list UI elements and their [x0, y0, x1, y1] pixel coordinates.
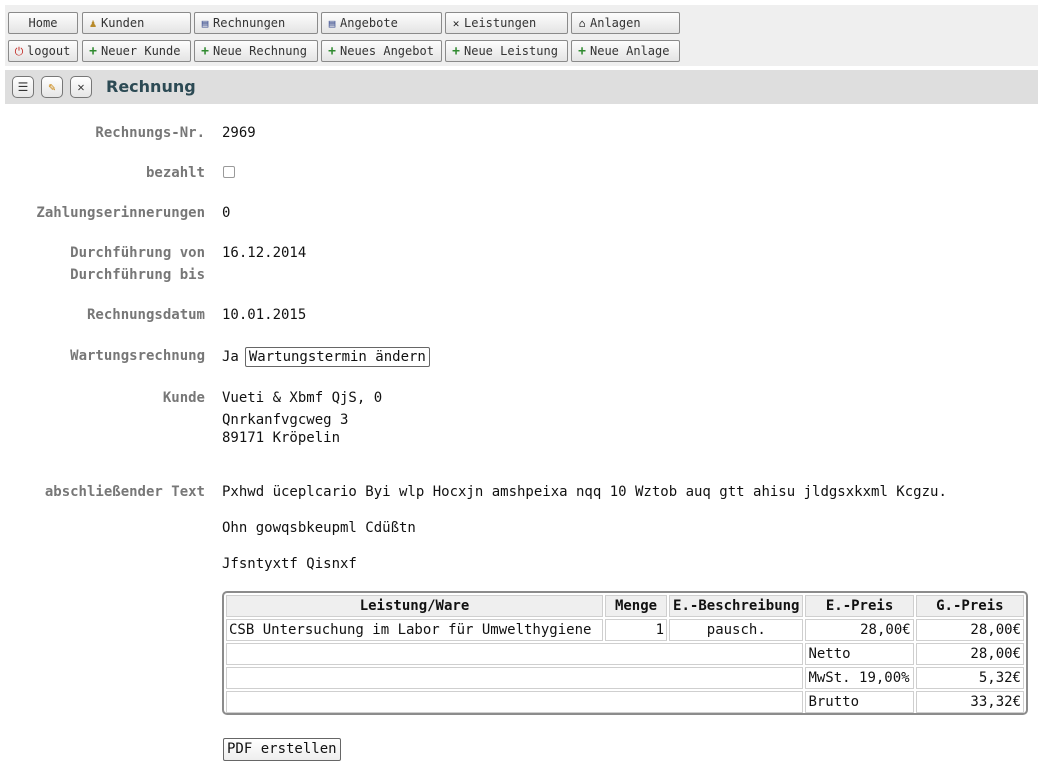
nav-angebote-label: Angebote	[340, 16, 398, 30]
customer-city: 89171 Kröpelin	[222, 430, 341, 446]
execution-from-value: 16.12.2014	[222, 245, 307, 261]
invoice-number-value: 2969	[222, 125, 256, 141]
tools-icon: ✕	[452, 17, 460, 30]
closing-text-line-2: Ohn gowqsbkeupml Cdüßtn	[222, 520, 416, 536]
new-customer-button[interactable]: + Neuer Kunde	[82, 40, 191, 62]
net-value: 28,00€	[915, 643, 1024, 665]
page-title: Rechnung	[106, 77, 196, 96]
gross-label: Brutto	[805, 691, 914, 713]
close-icon: ✕	[77, 80, 85, 94]
paid-label: bezahlt	[145, 165, 205, 181]
reminders-label: Zahlungserinnerungen	[36, 205, 205, 221]
net-row-spacer	[226, 643, 804, 665]
column-header-unit-description: E.-Beschreibung	[669, 595, 804, 617]
gross-value: 33,32€	[915, 691, 1024, 713]
nav-home-label: Home	[28, 16, 58, 30]
person-icon: ♟	[89, 17, 97, 30]
document-icon: ▤	[201, 17, 209, 30]
title-bar: ☰ ✎ ✕ Rechnung	[5, 70, 1038, 104]
nav-kunden-label: Kunden	[101, 16, 145, 30]
new-service-label: Neue Leistung	[464, 44, 558, 58]
list-icon: ☰	[17, 80, 29, 94]
invoice-date-value: 10.01.2015	[222, 307, 307, 323]
create-pdf-button[interactable]: PDF erstellen	[223, 738, 341, 761]
column-header-quantity: Menge	[604, 595, 668, 617]
cell-service: CSB Untersuchung im Labor für Umwelthygi…	[226, 619, 603, 641]
net-row: Netto 28,00€	[226, 643, 1024, 665]
vat-value: 5,32€	[915, 667, 1024, 689]
net-label: Netto	[805, 643, 914, 665]
new-offer-button[interactable]: + Neues Angebot	[321, 40, 442, 62]
closing-text-line-3: Jfsntyxtf Qisnxf	[222, 556, 357, 572]
vat-row-spacer	[226, 667, 804, 689]
invoice-number-label: Rechnungs-Nr.	[95, 125, 205, 141]
table-row: CSB Untersuchung im Labor für Umwelthygi…	[226, 619, 1024, 641]
new-customer-label: Neuer Kunde	[101, 44, 181, 58]
maintenance-invoice-field: Ja Wartungstermin ändern	[222, 347, 430, 367]
nav-leistungen-button[interactable]: ✕ Leistungen	[445, 12, 568, 34]
change-maintenance-date-button[interactable]: Wartungstermin ändern	[244, 347, 430, 367]
customer-street: Qnrkanfvgcweg 3	[222, 412, 349, 428]
invoice-items-table: Leistung/Ware Menge E.-Beschreibung E.-P…	[222, 591, 1028, 715]
closing-text-line-1: Pxhwd üceplcario Byi wlp Hocxjn amshpeix…	[222, 484, 947, 500]
plus-icon: +	[201, 44, 209, 59]
paid-checkbox[interactable]	[223, 166, 235, 178]
items-table: Leistung/Ware Menge E.-Beschreibung E.-P…	[224, 593, 1026, 713]
list-button[interactable]: ☰	[12, 76, 34, 98]
new-offer-label: Neues Angebot	[340, 44, 434, 58]
column-header-unit-price: E.-Preis	[805, 595, 914, 617]
maintenance-invoice-label: Wartungsrechnung	[70, 348, 205, 364]
edit-button[interactable]: ✎	[41, 76, 63, 98]
customer-label: Kunde	[162, 390, 205, 406]
cell-unit-price: 28,00€	[805, 619, 914, 641]
gross-row-spacer	[226, 691, 804, 713]
column-header-service: Leistung/Ware	[226, 595, 603, 617]
power-icon: ⏻	[14, 45, 24, 58]
close-button[interactable]: ✕	[70, 76, 92, 98]
plus-icon: +	[578, 44, 586, 59]
document-icon: ▤	[328, 17, 336, 30]
vat-row: MwSt. 19,00% 5,32€	[226, 667, 1024, 689]
maintenance-invoice-value: Ja	[222, 349, 239, 365]
execution-to-label: Durchführung bis	[70, 267, 205, 283]
vat-label: MwSt. 19,00%	[805, 667, 914, 689]
new-service-button[interactable]: + Neue Leistung	[445, 40, 568, 62]
nav-anlagen-label: Anlagen	[590, 16, 641, 30]
reminders-value: 0	[222, 205, 231, 221]
plus-icon: +	[452, 44, 460, 59]
new-facility-label: Neue Anlage	[590, 44, 670, 58]
cell-total-price: 28,00€	[915, 619, 1024, 641]
logout-button[interactable]: ⏻ logout	[8, 40, 78, 62]
nav-kunden-button[interactable]: ♟ Kunden	[82, 12, 191, 34]
cell-unit-description: pausch.	[669, 619, 804, 641]
building-icon: ⌂	[578, 17, 586, 30]
column-header-total-price: G.-Preis	[915, 595, 1024, 617]
logout-label: logout	[27, 44, 71, 58]
new-invoice-label: Neue Rechnung	[213, 44, 307, 58]
nav-angebote-button[interactable]: ▤ Angebote	[321, 12, 442, 34]
nav-rechnungen-label: Rechnungen	[213, 16, 286, 30]
execution-from-label: Durchführung von	[70, 245, 205, 261]
plus-icon: +	[328, 44, 336, 59]
nav-anlagen-button[interactable]: ⌂ Anlagen	[571, 12, 680, 34]
gross-row: Brutto 33,32€	[226, 691, 1024, 713]
cell-quantity: 1	[604, 619, 668, 641]
customer-name[interactable]: Vueti & Xbmf QjS, 0	[222, 390, 382, 406]
closing-text-label: abschließender Text	[44, 484, 205, 500]
pencil-icon: ✎	[48, 80, 56, 94]
nav-home-button[interactable]: Home	[8, 12, 78, 34]
plus-icon: +	[89, 44, 97, 59]
new-facility-button[interactable]: + Neue Anlage	[571, 40, 680, 62]
invoice-date-label: Rechnungsdatum	[86, 307, 205, 323]
new-invoice-button[interactable]: + Neue Rechnung	[194, 40, 318, 62]
nav-rechnungen-button[interactable]: ▤ Rechnungen	[194, 12, 318, 34]
nav-leistungen-label: Leistungen	[464, 16, 537, 30]
table-header-row: Leistung/Ware Menge E.-Beschreibung E.-P…	[226, 595, 1024, 617]
